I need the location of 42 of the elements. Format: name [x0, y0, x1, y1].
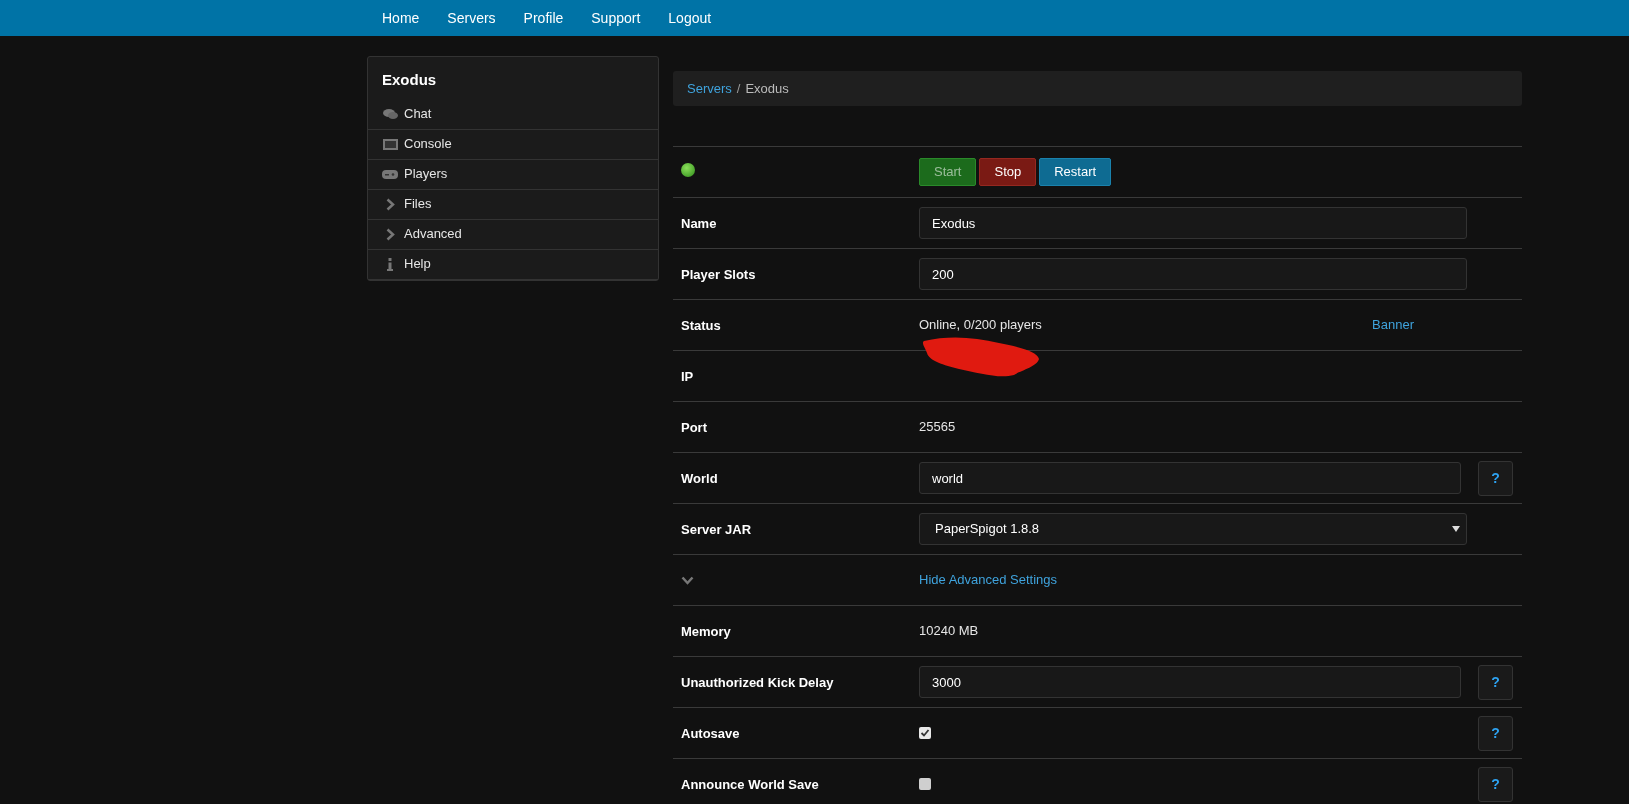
advanced-settings-link[interactable]: Hide Advanced Settings	[919, 570, 1058, 590]
select-field[interactable]: PaperSpigot 1.8.8	[919, 513, 1467, 545]
field-label: Announce World Save	[681, 777, 819, 792]
field-value: Online, 0/200 players	[919, 316, 1042, 335]
sidebar-item[interactable]: Files	[368, 189, 658, 220]
help-button[interactable]: ?	[1478, 766, 1513, 802]
field-label: Autosave	[681, 726, 740, 741]
field-label: Name	[681, 216, 717, 231]
field-label: IP	[681, 369, 694, 384]
sidebar-item[interactable]: Advanced	[368, 219, 658, 250]
sidebar-item[interactable]: Console	[368, 129, 658, 160]
action-button[interactable]: Restart	[1039, 158, 1112, 186]
help-button[interactable]: ?	[1478, 715, 1513, 751]
field-value: 10240 MB	[919, 622, 979, 641]
nav-link[interactable]: Support	[585, 1, 647, 35]
field-value: 25565	[919, 418, 956, 437]
nav-link[interactable]: Servers	[441, 1, 502, 35]
field-label: Player Slots	[681, 267, 756, 282]
nav-link[interactable]: Home	[376, 1, 426, 35]
input-field[interactable]: 200	[919, 258, 1467, 290]
sidebar-title: Exodus	[381, 70, 438, 90]
sidebar-item[interactable]: Help	[368, 249, 658, 280]
action-button[interactable]: Stop	[979, 158, 1037, 186]
field-label: Status	[681, 318, 721, 333]
nav-link[interactable]: Logout	[662, 1, 718, 35]
field-label: Port	[681, 420, 707, 435]
field-label: Memory	[681, 624, 731, 639]
help-button[interactable]: ?	[1478, 460, 1513, 496]
input-field[interactable]: world	[919, 462, 1461, 494]
field-label: Unauthorized Kick Delay	[681, 675, 834, 690]
breadcrumb-separator: /	[736, 79, 741, 98]
sidebar-item[interactable]: Players	[368, 159, 658, 190]
banner-link[interactable]: Banner	[1372, 315, 1414, 335]
sidebar-item[interactable]: Chat	[368, 99, 658, 130]
breadcrumb-link[interactable]: Servers	[687, 78, 732, 99]
field-label: World	[681, 471, 718, 486]
field-label: Server JAR	[681, 522, 752, 537]
help-button[interactable]: ?	[1478, 664, 1513, 700]
breadcrumb-current: Exodus	[745, 79, 789, 98]
input-field[interactable]: 3000	[919, 666, 1461, 698]
nav-link[interactable]: Profile	[517, 1, 570, 35]
input-field[interactable]: Exodus	[919, 207, 1467, 239]
